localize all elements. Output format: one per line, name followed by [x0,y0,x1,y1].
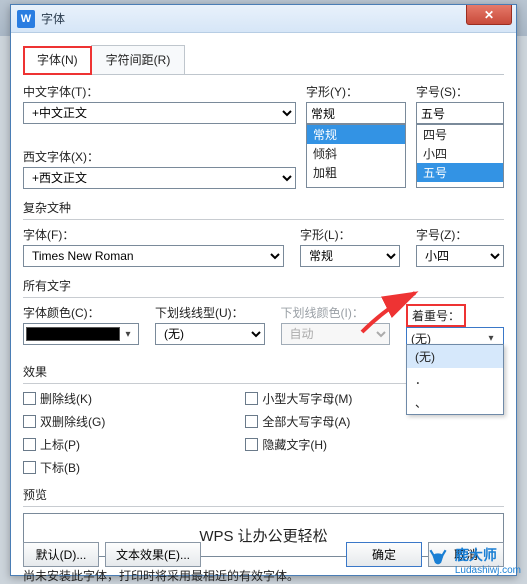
list-item[interactable]: 五号 [417,163,503,182]
check-allcaps[interactable]: 全部大写字母(A) [245,413,352,430]
check-hidden[interactable]: 隐藏文字(H) [245,436,352,453]
style-label: 字形(Y)： [306,83,406,100]
color-label: 字体颜色(C)： [23,304,139,321]
chevron-down-icon: ▾ [483,333,499,344]
default-button[interactable]: 默认(D)... [23,542,99,567]
list-item[interactable]: 四号 [417,125,503,144]
check-strikethrough[interactable]: 删除线(K) [23,390,105,407]
tab-spacing[interactable]: 字符间距(R) [91,45,186,74]
chinese-font-select[interactable]: +中文正文 [23,102,296,124]
complex-style-select[interactable]: 常规 [300,245,400,267]
complex-size-label: 字号(Z)： [416,226,504,243]
western-font-label: 西文字体(X)： [23,148,296,165]
size-listbox[interactable]: 四号 小四 五号 [416,124,504,188]
emphasis-label: 着重号： [406,304,466,327]
style-listbox[interactable]: 常规 倾斜 加粗 [306,124,406,188]
list-item[interactable]: 小四 [417,144,503,163]
close-icon: ✕ [484,8,494,22]
check-superscript[interactable]: 上标(P) [23,436,105,453]
deer-icon [425,548,451,574]
dropdown-option[interactable]: ． [407,368,503,391]
app-icon: W [17,10,35,28]
style-input[interactable] [306,102,406,124]
font-dialog: W 字体 ✕ 字体(N) 字符间距(R) 中文字体(T)： +中文正文 西文字体… [10,4,517,576]
tab-font[interactable]: 字体(N) [23,46,92,75]
underline-color-label: 下划线颜色(I)： [281,304,391,321]
complex-font-label: 字体(F)： [23,226,284,243]
list-item[interactable]: 加粗 [307,163,405,182]
preview-title: 预览 [23,486,504,503]
alltext-title: 所有文字 [23,277,504,294]
chinese-font-label: 中文字体(T)： [23,83,296,100]
complex-size-select[interactable]: 小四 [416,245,504,267]
ok-button[interactable]: 确定 [346,542,422,567]
complex-style-label: 字形(L)： [300,226,400,243]
emphasis-dropdown[interactable]: (无) ． 、 [406,344,504,415]
watermark: 鹿大师 Ludashiwj.com [425,545,521,576]
check-smallcaps[interactable]: 小型大写字母(M) [245,390,352,407]
chevron-down-icon: ▾ [120,329,136,340]
underline-color-select: 自动 [281,323,391,345]
size-label: 字号(S)： [416,83,504,100]
size-input[interactable] [416,102,504,124]
list-item[interactable]: 常规 [307,125,405,144]
complex-title: 复杂文种 [23,199,504,216]
check-subscript[interactable]: 下标(B) [23,459,105,476]
close-button[interactable]: ✕ [466,5,512,25]
complex-font-select[interactable]: Times New Roman [23,245,284,267]
color-swatch [26,327,120,341]
western-font-select[interactable]: +西文正文 [23,167,296,189]
dropdown-option[interactable]: 、 [407,391,503,414]
title-text: 字体 [41,10,65,27]
underline-label: 下划线线型(U)： [155,304,265,321]
font-color-combo[interactable]: ▾ [23,323,139,345]
tab-bar: 字体(N) 字符间距(R) [23,45,504,75]
dropdown-option[interactable]: (无) [407,345,503,368]
titlebar[interactable]: W 字体 ✕ [11,5,516,33]
text-effect-button[interactable]: 文本效果(E)... [105,542,201,567]
underline-select[interactable]: (无) [155,323,265,345]
list-item[interactable]: 倾斜 [307,144,405,163]
check-double-strikethrough[interactable]: 双删除线(G) [23,413,105,430]
